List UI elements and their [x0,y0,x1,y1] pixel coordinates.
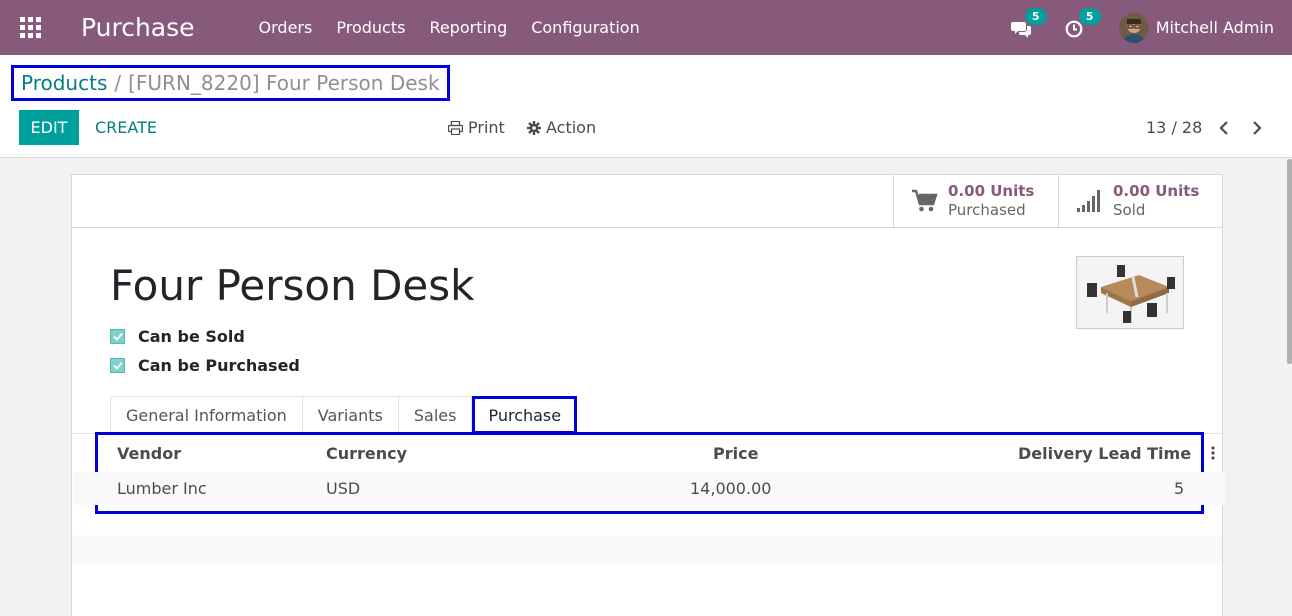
clock-icon [1065,20,1083,37]
menu-configuration[interactable]: Configuration [531,18,640,37]
purchased-value: 0.00 Units [948,182,1035,200]
print-button[interactable]: Print [448,110,505,145]
page-scrollbar[interactable] [1287,159,1292,364]
header-delivery-lead-time[interactable]: Delivery Lead Time [1018,435,1191,471]
purchased-label: Purchased [948,201,1026,219]
cell-vendor: Lumber Inc [117,479,207,498]
control-panel: Products / [FURN_8220] Four Person Desk … [0,55,1292,158]
menu-orders[interactable]: Orders [259,18,313,37]
cell-currency: USD [326,479,361,498]
cell-delivery-lead-time: 5 [1174,479,1185,498]
messages-badge: 5 [1024,7,1047,25]
activities-button[interactable]: 5 [1065,7,1101,39]
vendor-pricelist-table: Vendor Currency Price Delivery Lead Time… [73,432,1225,514]
sold-stat-button[interactable]: 0.00 Units Sold [1058,175,1223,227]
optional-columns-toggle[interactable] [1211,445,1215,464]
signal-bars-icon [1077,190,1100,212]
can-be-purchased-label[interactable]: Can be Purchased [138,356,300,375]
checkmark-icon [112,361,123,370]
printer-icon [448,120,463,135]
header-vendor[interactable]: Vendor [117,435,181,471]
edit-button[interactable]: EDIT [19,110,79,145]
tab-sales[interactable]: Sales [397,396,473,434]
empty-row [72,535,1222,565]
can-be-purchased-checkbox[interactable] [110,357,125,373]
top-navbar: Purchase Orders Products Reporting Confi… [0,0,1292,55]
can-be-sold-label[interactable]: Can be Sold [138,327,245,346]
menu-reporting[interactable]: Reporting [429,18,507,37]
pager-next-button[interactable] [1247,110,1267,145]
smart-button-box: 0.00 Units Purchased 0.00 Units Sold [72,175,1222,228]
checkmark-icon [112,332,123,341]
shopping-cart-icon [912,189,938,212]
breadcrumb-separator: / [114,71,122,95]
product-name[interactable]: Four Person Desk [110,261,474,310]
pager-previous-button[interactable] [1214,110,1234,145]
messages-button[interactable]: 5 [1010,7,1047,39]
gear-icon [527,120,541,135]
sold-value: 0.00 Units [1113,182,1200,200]
apps-menu-icon[interactable] [0,0,60,55]
product-image[interactable] [1076,256,1184,329]
app-title[interactable]: Purchase [81,13,195,42]
user-name[interactable]: Mitchell Admin [1156,18,1274,37]
user-avatar[interactable] [1118,12,1149,43]
pager-value[interactable]: 13 / 28 [1146,110,1202,145]
sold-label: Sold [1113,201,1146,219]
header-price[interactable]: Price [713,435,758,471]
print-label: Print [468,118,505,137]
form-tabs: General Information Variants Sales Purch… [110,396,578,434]
can-be-sold-row: Can be Sold [110,325,245,347]
create-button[interactable]: CREATE [95,110,157,145]
chevron-left-icon [1219,120,1228,135]
table-row[interactable]: Lumber Inc USD 14,000.00 5 [73,472,1225,505]
breadcrumb-products-link[interactable]: Products [21,71,107,95]
breadcrumb: Products / [FURN_8220] Four Person Desk [11,65,450,101]
tab-general-information[interactable]: General Information [110,396,303,434]
tab-variants[interactable]: Variants [301,396,399,434]
vertical-dots-icon [1211,446,1215,460]
table-header: Vendor Currency Price Delivery Lead Time [98,435,1201,471]
can-be-sold-checkbox[interactable] [110,328,125,344]
purchased-stat-button[interactable]: 0.00 Units Purchased [893,175,1058,227]
header-currency[interactable]: Currency [326,435,407,471]
tab-purchase[interactable]: Purchase [472,396,578,434]
chevron-right-icon [1253,120,1262,135]
can-be-purchased-row: Can be Purchased [110,354,300,376]
menu-products[interactable]: Products [336,18,405,37]
cell-price: 14,000.00 [690,479,772,498]
breadcrumb-current: [FURN_8220] Four Person Desk [128,71,440,95]
action-button[interactable]: Action [527,110,596,145]
action-label: Action [546,118,597,137]
activities-badge: 5 [1078,7,1101,25]
product-form-sheet: 0.00 Units Purchased 0.00 Units Sold Fou… [71,174,1225,616]
